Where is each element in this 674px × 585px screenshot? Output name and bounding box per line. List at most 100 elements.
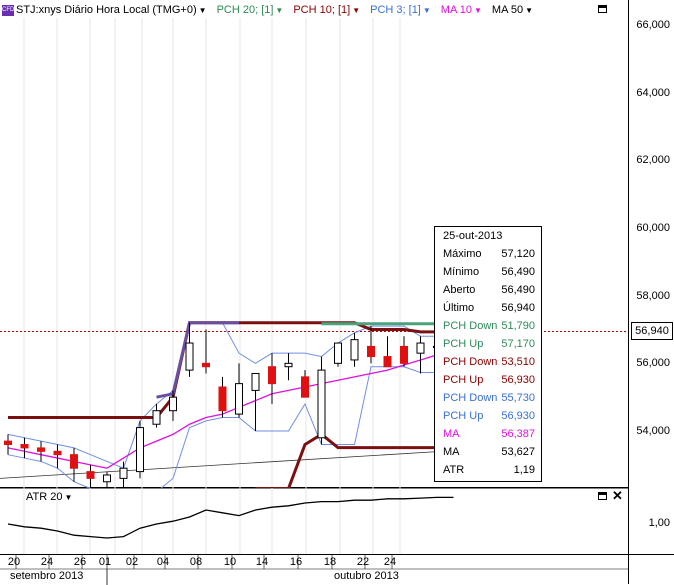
legend-pch20[interactable]: PCH 20; [1] ▼: [217, 4, 284, 16]
data-window-row-value: 53,627: [501, 446, 535, 458]
data-window-row: Mínimo 56,490: [435, 263, 541, 281]
candle-body: [37, 447, 45, 452]
time-axis-day-label: 14: [255, 556, 269, 568]
dropdown-arrow-icon: ▼: [525, 5, 534, 15]
price-axis[interactable]: 66,000 64,000 62,000 60,000 58,000 56,00…: [628, 0, 674, 488]
candle-body: [202, 362, 210, 368]
cfd-badge-icon: CFD: [2, 4, 14, 16]
time-axis-day-label: 04: [156, 556, 170, 568]
data-window-row: PCH Up 56,930: [435, 407, 541, 425]
time-axis-day-label: 10: [223, 556, 237, 568]
time-axis-day-label: 22: [356, 556, 370, 568]
candle-body: [268, 366, 276, 385]
price-tick-58000: 58,000: [636, 290, 670, 302]
time-axis-corner: [628, 554, 674, 584]
data-window-row: PCH Up 56,930: [435, 371, 541, 389]
data-window-row: PCH Down 51,790: [435, 317, 541, 335]
data-window-row-value: 51,790: [501, 320, 535, 332]
data-window-row: MA 53,627: [435, 443, 541, 461]
dropdown-arrow-icon: ▼: [422, 5, 431, 15]
current-price-tag: 56,940: [631, 322, 673, 340]
candle-body: [218, 386, 227, 412]
candle-body: [251, 372, 260, 391]
atr-chart-svg: [0, 488, 628, 554]
atr-axis: 1,00: [628, 488, 674, 554]
data-window-row: PCH Down 53,510: [435, 353, 541, 371]
atr-pane[interactable]: ATR 20 ▼ ✕: [0, 488, 628, 554]
close-atr-pane-icon[interactable]: ✕: [612, 489, 623, 502]
legend-pch10-label: PCH 10; [1]: [293, 4, 351, 16]
candle-body: [400, 345, 408, 364]
data-window-row-value: 1,19: [513, 464, 535, 476]
data-window-row: Aberto 56,490: [435, 281, 541, 299]
candle-body: [53, 450, 62, 456]
candle-body: [383, 356, 392, 368]
dropdown-arrow-icon: ▼: [198, 5, 207, 15]
time-axis-day-label: 20: [7, 556, 21, 568]
time-axis-day-label: 08: [189, 556, 203, 568]
price-tick-60000: 60,000: [636, 222, 670, 234]
candle-body: [367, 345, 375, 358]
data-window-row: Máximo 57,120: [435, 245, 541, 263]
candle-body: [185, 342, 194, 371]
candle-body: [284, 362, 293, 368]
pch-overlap-line: [156, 321, 239, 399]
candle-body: [119, 467, 128, 479]
maximize-atr-pane-icon[interactable]: [598, 492, 607, 500]
legend-ma10[interactable]: MA 10 ▼: [441, 4, 482, 16]
pch3-down-line: [7, 366, 454, 488]
data-window-row-label: MA: [443, 446, 460, 458]
data-window-row: Último 56,940: [435, 299, 541, 317]
data-window-row-value: 56,490: [501, 284, 535, 296]
data-window-row-value: 56,490: [501, 266, 535, 278]
data-window-rows: Máximo 57,120 Mínimo 56,490 Aberto 56,490 Últi…: [435, 245, 541, 479]
data-window-row-value: 56,930: [501, 374, 535, 386]
price-tick-54000: 54,000: [636, 425, 670, 437]
legend-pch20-label: PCH 20; [1]: [216, 4, 274, 16]
candle-body: [334, 342, 342, 364]
data-window-row: PCH Down 55,730: [435, 389, 541, 407]
time-axis-day-label: 16: [289, 556, 303, 568]
data-window-row-value: 57,170: [501, 338, 535, 350]
chart-legend: CFD STJ:xnys Diário Hora Local (TMG+0) ▼…: [2, 2, 533, 18]
candle-body: [169, 396, 177, 412]
data-window-row: MA 56,387: [435, 425, 541, 443]
data-window-row: PCH Up 57,170: [435, 335, 541, 353]
data-window-row-label: PCH Up: [443, 374, 484, 386]
atr-legend-label: ATR 20: [26, 491, 63, 503]
data-window-row-label: PCH Up: [443, 410, 484, 422]
atr-line: [7, 496, 454, 539]
atr-legend[interactable]: ATR 20 ▼: [26, 491, 72, 503]
data-window-row-value: 57,120: [501, 248, 535, 260]
legend-ma50-label: MA 50: [491, 4, 524, 16]
data-window-row-value: 55,730: [501, 392, 535, 404]
dropdown-arrow-icon: ▼: [275, 5, 284, 15]
legend-pch3[interactable]: PCH 3; [1] ▼: [370, 4, 431, 16]
candle-body: [103, 474, 111, 483]
data-window-row-label: PCH Down: [443, 356, 498, 368]
candle-body: [350, 339, 359, 361]
data-window-row: ATR 1,19: [435, 461, 541, 479]
month-label-september: setembro 2013: [10, 570, 84, 582]
data-window-row-label: ATR: [443, 464, 465, 476]
maximize-pane-icon[interactable]: [598, 5, 607, 13]
candle-body: [136, 427, 144, 473]
candle-body: [70, 454, 78, 469]
time-axis-day-label: 02: [125, 556, 139, 568]
candle-body: [4, 440, 12, 446]
atr-tick: 1,00: [648, 517, 670, 529]
price-tick-66000: 66,000: [636, 19, 670, 31]
candle-body: [152, 410, 161, 425]
candle-body: [235, 383, 243, 415]
data-window-date: 25-out-2013: [435, 227, 541, 245]
data-window-row-label: Aberto: [443, 284, 476, 296]
time-axis-day-label: 01: [98, 556, 112, 568]
candle-body: [317, 369, 326, 439]
ma10-line: [7, 349, 454, 469]
legend-pch10[interactable]: PCH 10; [1] ▼: [293, 4, 360, 16]
time-axis-day-label: 18: [323, 556, 337, 568]
price-tick-62000: 62,000: [636, 154, 670, 166]
legend-ma50[interactable]: MA 50 ▼: [492, 4, 533, 16]
symbol-selector[interactable]: CFD STJ:xnys Diário Hora Local (TMG+0) ▼: [2, 4, 207, 16]
data-window-row-label: Máximo: [443, 248, 482, 260]
